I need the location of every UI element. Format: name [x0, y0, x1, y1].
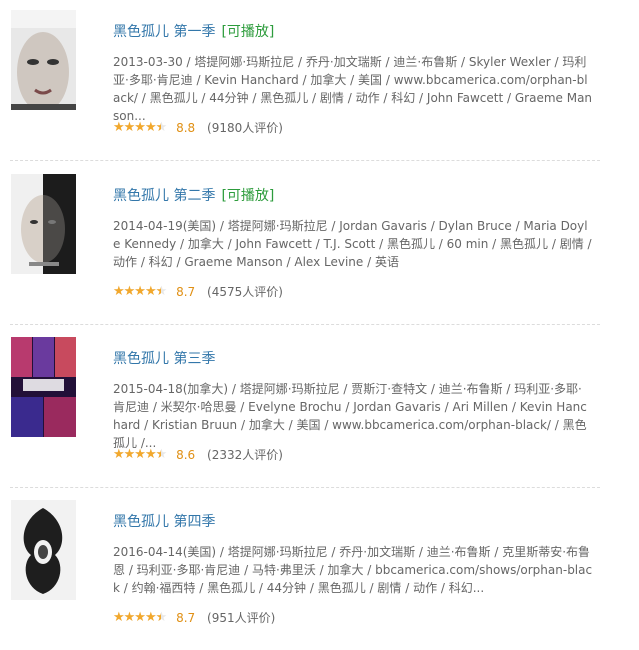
rating-row: ★★★★★ ★★★★★ 8.7 (951人评价) [113, 610, 275, 626]
divider [10, 487, 600, 488]
rating-stars: ★★★★★ ★★★★★ [113, 447, 167, 462]
poster-image[interactable] [11, 10, 76, 110]
result-title-row: 黑色孤儿 第一季 [可播放] [113, 22, 274, 42]
poster-season-1-art [11, 10, 76, 110]
result-item: 黑色孤儿 第一季 [可播放] 2013-03-30 / 塔提阿娜·玛斯拉尼 / 乔… [0, 10, 639, 160]
rating-row: ★★★★★ ★★★★★ 8.8 (9180人评价) [113, 120, 283, 136]
result-title-link[interactable]: 黑色孤儿 第一季 [113, 24, 215, 40]
playable-link[interactable]: [可播放] [221, 24, 274, 40]
rating-stars: ★★★★★ ★★★★★ [113, 284, 167, 299]
rating-score: 8.6 [176, 448, 196, 462]
result-title-row: 黑色孤儿 第三季 [113, 349, 215, 369]
rating-stars: ★★★★★ ★★★★★ [113, 120, 167, 135]
result-meta: 2014-04-19(美国) / 塔提阿娜·玛斯拉尼 / Jordan Gava… [113, 219, 592, 269]
poster-image[interactable] [11, 337, 76, 437]
result-title-link[interactable]: 黑色孤儿 第四季 [113, 514, 215, 530]
rating-row: ★★★★★ ★★★★★ 8.6 (2332人评价) [113, 447, 283, 463]
result-item: 黑色孤儿 第二季 [可播放] 2014-04-19(美国) / 塔提阿娜·玛斯拉尼… [0, 174, 639, 324]
rating-votes: (2332人评价) [207, 448, 283, 462]
result-item: 黑色孤儿 第三季 2015-04-18(加拿大) / 塔提阿娜·玛斯拉尼 / 贾… [0, 337, 639, 487]
poster-season-2-art [11, 174, 76, 274]
poster-season-4-art [11, 500, 76, 600]
search-result-list: 黑色孤儿 第一季 [可播放] 2013-03-30 / 塔提阿娜·玛斯拉尼 / 乔… [0, 0, 639, 644]
rating-votes: (951人评价) [207, 611, 276, 625]
rating-score: 8.7 [176, 611, 196, 625]
rating-row: ★★★★★ ★★★★★ 8.7 (4575人评价) [113, 284, 283, 300]
result-title-row: 黑色孤儿 第四季 [113, 512, 215, 532]
result-meta: 2013-03-30 / 塔提阿娜·玛斯拉尼 / 乔丹·加文瑞斯 / 迪兰·布鲁… [113, 55, 593, 123]
poster-image[interactable] [11, 174, 76, 274]
rating-score: 8.7 [176, 285, 196, 299]
poster-image[interactable] [11, 500, 76, 600]
result-title-row: 黑色孤儿 第二季 [可播放] [113, 186, 274, 206]
result-title-link[interactable]: 黑色孤儿 第二季 [113, 188, 215, 204]
result-meta: 2016-04-14(美国) / 塔提阿娜·玛斯拉尼 / 乔丹·加文瑞斯 / 迪… [113, 545, 593, 595]
playable-link[interactable]: [可播放] [221, 188, 274, 204]
rating-score: 8.8 [176, 121, 196, 135]
divider [10, 160, 600, 161]
result-title-link[interactable]: 黑色孤儿 第三季 [113, 351, 215, 367]
rating-stars: ★★★★★ ★★★★★ [113, 610, 167, 625]
divider [10, 324, 600, 325]
result-item: 黑色孤儿 第四季 2016-04-14(美国) / 塔提阿娜·玛斯拉尼 / 乔丹… [0, 500, 639, 650]
rating-votes: (4575人评价) [207, 285, 283, 299]
poster-season-3-art [11, 337, 76, 437]
result-meta: 2015-04-18(加拿大) / 塔提阿娜·玛斯拉尼 / 贾斯汀·查特文 / … [113, 382, 587, 450]
rating-votes: (9180人评价) [207, 121, 283, 135]
